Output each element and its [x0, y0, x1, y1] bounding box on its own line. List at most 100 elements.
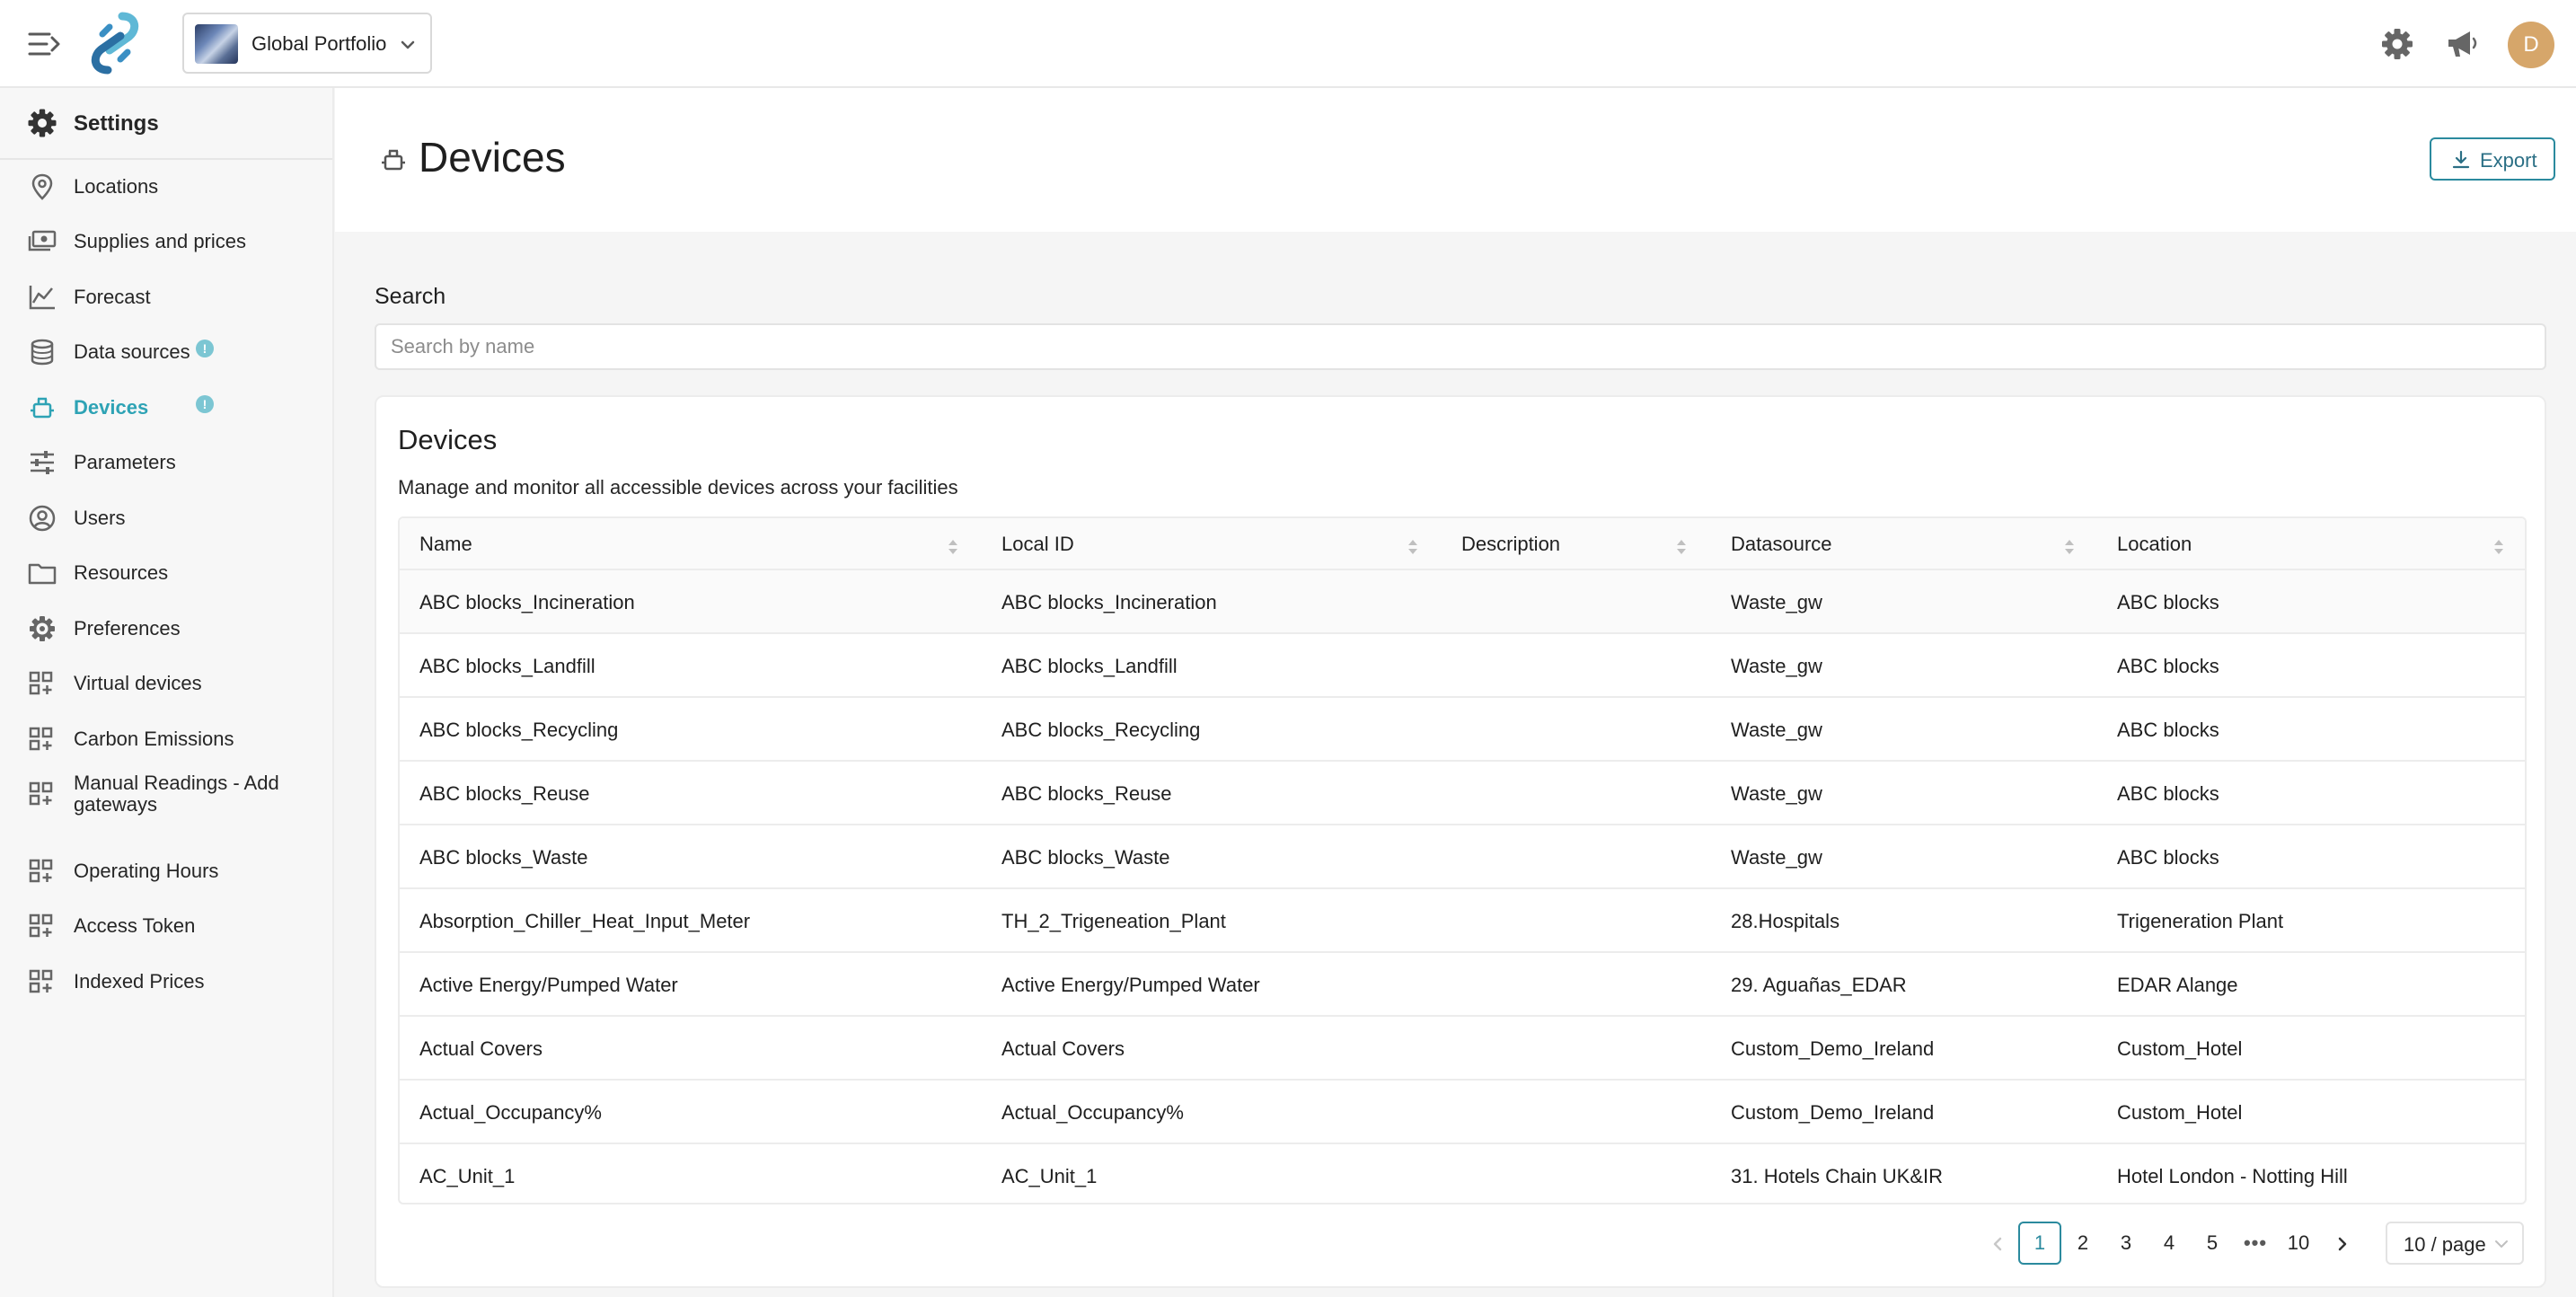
- sort-icon[interactable]: [1407, 536, 1419, 558]
- cell-datasource: Waste_gw: [1731, 719, 1822, 741]
- sidebar-item-forecast[interactable]: Forecast: [0, 272, 332, 322]
- table-row[interactable]: ABC blocks_Reuse ABC blocks_Reuse Waste_…: [400, 762, 2525, 825]
- sidebar-header-label: Settings: [74, 111, 159, 136]
- cell-local-id: ABC blocks_Waste: [1001, 846, 1170, 869]
- user-circle-icon: [29, 505, 56, 532]
- gear-icon: [28, 109, 57, 137]
- column-header-location[interactable]: Location: [2117, 533, 2192, 556]
- grid-plus-icon: [29, 727, 53, 751]
- table-row[interactable]: AC_Unit_1 AC_Unit_1 31. Hotels Chain UK&…: [400, 1144, 2525, 1203]
- sort-icon[interactable]: [947, 536, 959, 558]
- sidebar-item-manual-readings[interactable]: Manual Readings - Add gateways: [0, 769, 332, 832]
- column-header-local-id[interactable]: Local ID: [1001, 533, 1074, 556]
- cell-local-id: ABC blocks_Recycling: [1001, 719, 1201, 741]
- table-row[interactable]: Actual_Occupancy% Actual_Occupancy% Cust…: [400, 1081, 2525, 1144]
- sidebar-item-label: Forecast: [74, 286, 151, 308]
- cell-name: Actual Covers: [419, 1037, 543, 1060]
- grid-plus-icon: [29, 913, 53, 938]
- sidebar-item-label: Manual Readings - Add gateways: [74, 772, 279, 816]
- column-header-datasource[interactable]: Datasource: [1731, 533, 1832, 556]
- cell-location: Custom_Hotel: [2117, 1101, 2243, 1124]
- sort-icon[interactable]: [2492, 536, 2505, 558]
- sidebar-item-carbon-emissions[interactable]: Carbon Emissions: [0, 714, 332, 764]
- sidebar-header[interactable]: Settings: [0, 88, 332, 160]
- database-icon: [31, 339, 54, 366]
- sidebar-item-devices[interactable]: Devices !: [0, 383, 332, 433]
- alert-badge: !: [196, 340, 214, 357]
- sidebar-item-virtual-devices[interactable]: Virtual devices: [0, 658, 332, 709]
- download-icon: [2452, 150, 2470, 169]
- chevron-right-icon[interactable]: [2332, 1231, 2353, 1257]
- page-size-select[interactable]: 10 / page: [2386, 1222, 2524, 1265]
- sidebar-item-resources[interactable]: Resources: [0, 548, 332, 598]
- page-ellipsis[interactable]: •••: [2234, 1222, 2277, 1265]
- page-3[interactable]: 3: [2104, 1222, 2148, 1265]
- chevron-down-icon: [2495, 1240, 2508, 1248]
- table-row[interactable]: ABC blocks_Landfill ABC blocks_Landfill …: [400, 634, 2525, 698]
- gear-icon[interactable]: [2380, 27, 2414, 61]
- folder-icon: [28, 563, 57, 585]
- sidebar-item-users[interactable]: Users: [0, 493, 332, 543]
- page-5[interactable]: 5: [2191, 1222, 2234, 1265]
- export-button[interactable]: Export: [2430, 137, 2555, 181]
- cell-location: Hotel London - Notting Hill: [2117, 1165, 2348, 1187]
- user-avatar[interactable]: D: [2508, 22, 2554, 68]
- search-title: Search: [375, 284, 446, 309]
- sidebar-item-label: Parameters: [74, 451, 176, 473]
- sidebar-item-parameters[interactable]: Parameters: [0, 437, 332, 488]
- table-row[interactable]: ABC blocks_Waste ABC blocks_Waste Waste_…: [400, 825, 2525, 889]
- menu-toggle-icon[interactable]: [27, 27, 63, 61]
- cell-datasource: Custom_Demo_Ireland: [1731, 1101, 1935, 1124]
- column-header-description[interactable]: Description: [1461, 533, 1560, 556]
- gear-icon: [30, 616, 55, 641]
- chevron-left-icon[interactable]: [1987, 1231, 2008, 1257]
- device-icon: [31, 397, 54, 419]
- sidebar-item-access-token[interactable]: Access Token: [0, 901, 332, 951]
- search-input[interactable]: [375, 323, 2546, 370]
- megaphone-icon[interactable]: [2445, 27, 2479, 61]
- cell-name: ABC blocks_Reuse: [419, 782, 590, 805]
- sort-icon[interactable]: [1675, 536, 1688, 558]
- sidebar-item-preferences[interactable]: Preferences: [0, 604, 332, 654]
- sidebar-item-supplies-and-prices[interactable]: Supplies and prices: [0, 216, 332, 267]
- cell-location: ABC blocks: [2117, 846, 2219, 869]
- sidebar-item-label: Devices: [74, 396, 149, 419]
- cell-local-id: ABC blocks_Incineration: [1001, 591, 1217, 613]
- sidebar-item-label: Supplies and prices: [74, 230, 247, 252]
- cell-name: Actual_Occupancy%: [419, 1101, 602, 1124]
- table-row[interactable]: Active Energy/Pumped Water Active Energy…: [400, 953, 2525, 1017]
- card-subtitle: Manage and monitor all accessible device…: [398, 476, 958, 499]
- sidebar-item-operating-hours[interactable]: Operating Hours: [0, 846, 332, 896]
- sidebar-item-data-sources[interactable]: Data sources !: [0, 327, 332, 377]
- sidebar-item-locations[interactable]: Locations: [0, 162, 332, 212]
- cell-name: ABC blocks_Landfill: [419, 655, 595, 677]
- page-2[interactable]: 2: [2061, 1222, 2104, 1265]
- table-row[interactable]: Actual Covers Actual Covers Custom_Demo_…: [400, 1017, 2525, 1081]
- table-row[interactable]: Absorption_Chiller_Heat_Input_Meter TH_2…: [400, 889, 2525, 953]
- cell-name: ABC blocks_Recycling: [419, 719, 619, 741]
- sidebar-item-indexed-prices[interactable]: Indexed Prices: [0, 957, 332, 1007]
- sort-icon[interactable]: [2063, 536, 2076, 558]
- page-1[interactable]: 1: [2018, 1222, 2061, 1265]
- cell-name: ABC blocks_Waste: [419, 846, 588, 869]
- table-row[interactable]: ABC blocks_Recycling ABC blocks_Recyclin…: [400, 698, 2525, 762]
- portfolio-selector[interactable]: Global Portfolio: [182, 13, 432, 74]
- cell-datasource: 29. Aguañas_EDAR: [1731, 974, 1907, 996]
- sidebar-item-label: Data sources: [74, 340, 190, 363]
- sliders-icon: [31, 451, 54, 474]
- sidebar-item-label: Operating Hours: [74, 860, 219, 882]
- page-10[interactable]: 10: [2277, 1222, 2320, 1265]
- cell-location: ABC blocks: [2117, 719, 2219, 741]
- column-header-name[interactable]: Name: [419, 533, 472, 556]
- table-row[interactable]: ABC blocks_Incineration ABC blocks_Incin…: [400, 570, 2525, 634]
- devices-card: Devices Manage and monitor all accessibl…: [375, 395, 2546, 1288]
- cell-location: Custom_Hotel: [2117, 1037, 2243, 1060]
- page-4[interactable]: 4: [2148, 1222, 2191, 1265]
- alert-badge: !: [196, 395, 214, 413]
- cell-local-id: AC_Unit_1: [1001, 1165, 1098, 1187]
- cell-local-id: Actual_Occupancy%: [1001, 1101, 1184, 1124]
- cell-datasource: 28.Hospitals: [1731, 910, 1840, 932]
- sidebar: Settings Locations Supplies and prices F…: [0, 88, 334, 1297]
- brand-logo[interactable]: [83, 11, 147, 75]
- cell-local-id: ABC blocks_Reuse: [1001, 782, 1172, 805]
